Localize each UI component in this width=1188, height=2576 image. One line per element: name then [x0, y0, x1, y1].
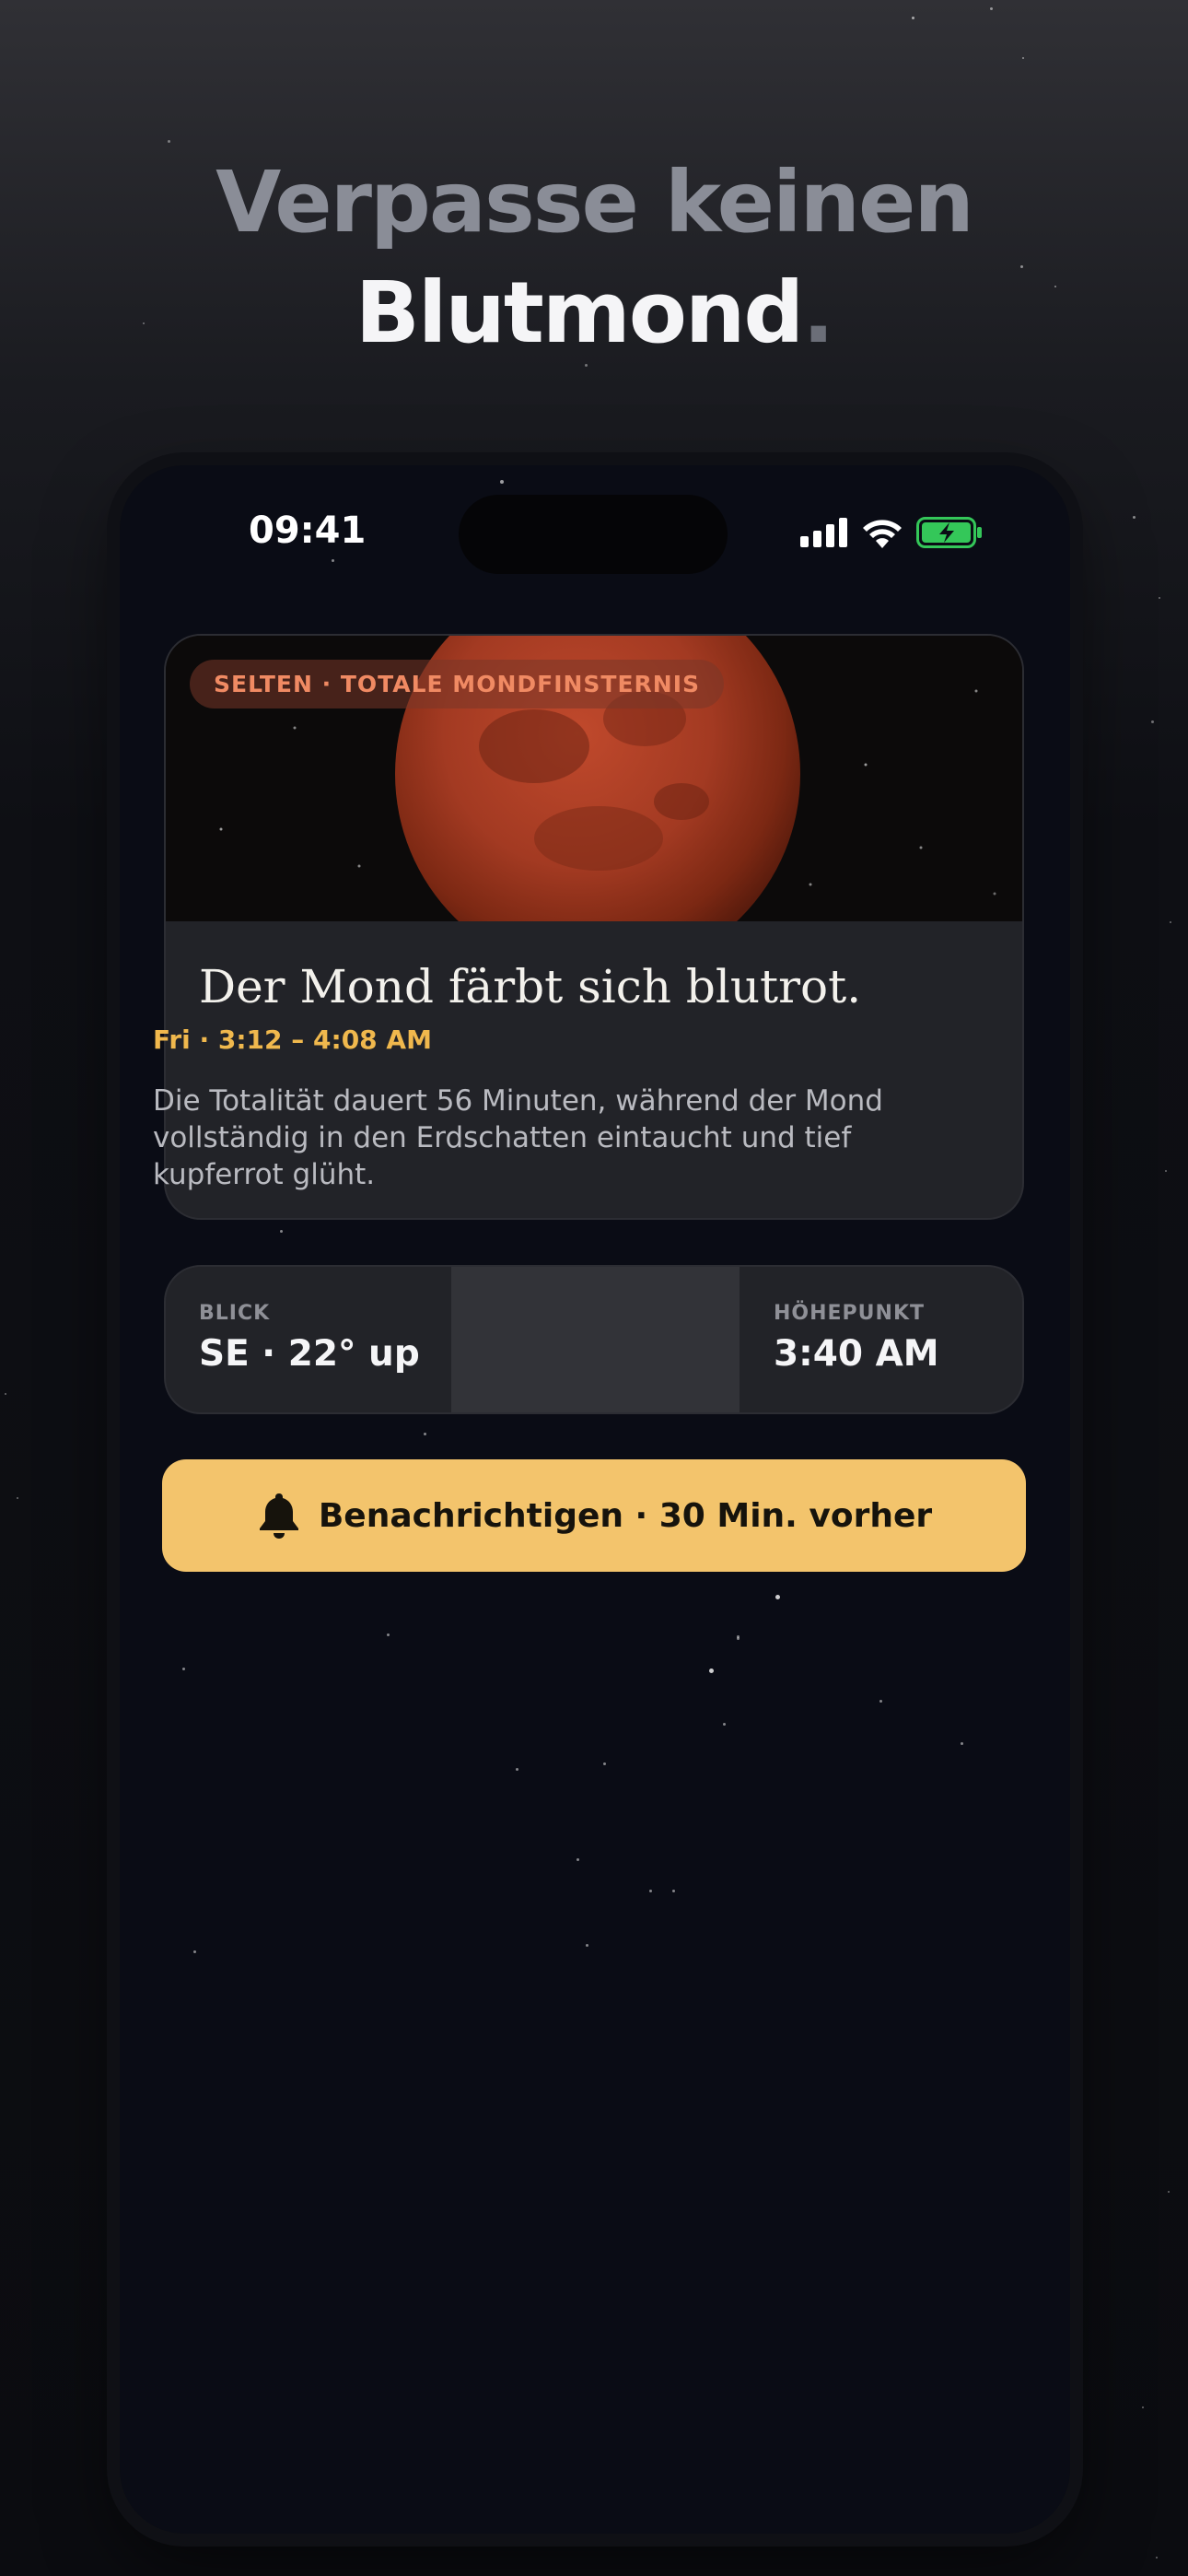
status-time: 09:41: [249, 509, 367, 552]
info-row: BLICK SE · 22° up HÖHEPUNKT 3:40 AM: [164, 1265, 1024, 1414]
phone-frame: 09:41 SELTEN · TOTALE MONDFINSTERNIS Der…: [120, 465, 1070, 2534]
headline: Verpasse keinen Blutmond.: [0, 147, 1188, 369]
notify-button[interactable]: Benachrichtigen · 30 Min. vorher: [162, 1459, 1026, 1572]
headline-dot: .: [802, 263, 834, 362]
notify-button-label: Benachrichtigen · 30 Min. vorher: [318, 1496, 933, 1535]
blood-moon-image: SELTEN · TOTALE MONDFINSTERNIS: [166, 636, 1022, 921]
event-description: Die Totalität dauert 56 Minuten, während…: [153, 1084, 883, 1191]
event-title: Der Mond färbt sich blutrot.: [199, 960, 862, 1013]
headline-line2: Blutmond: [355, 263, 805, 362]
signal-icon: [800, 518, 847, 547]
battery-charging-icon: [916, 517, 982, 548]
event-time: Fri · 3:12 – 4:08 AM: [153, 1025, 432, 1055]
dynamic-island: [459, 495, 728, 574]
info-row-divider-panel: [451, 1267, 740, 1412]
rarity-badge: SELTEN · TOTALE MONDFINSTERNIS: [190, 660, 725, 708]
headline-line1: Verpasse keinen: [215, 153, 974, 252]
status-icons: [800, 517, 983, 548]
peak-label: HÖHEPUNKT: [774, 1302, 926, 1325]
bell-icon: [259, 1493, 298, 1539]
peak-value: 3:40 AM: [774, 1333, 939, 1375]
wifi-icon: [863, 520, 902, 548]
look-value: SE · 22° up: [199, 1333, 420, 1375]
look-label: BLICK: [199, 1302, 271, 1325]
